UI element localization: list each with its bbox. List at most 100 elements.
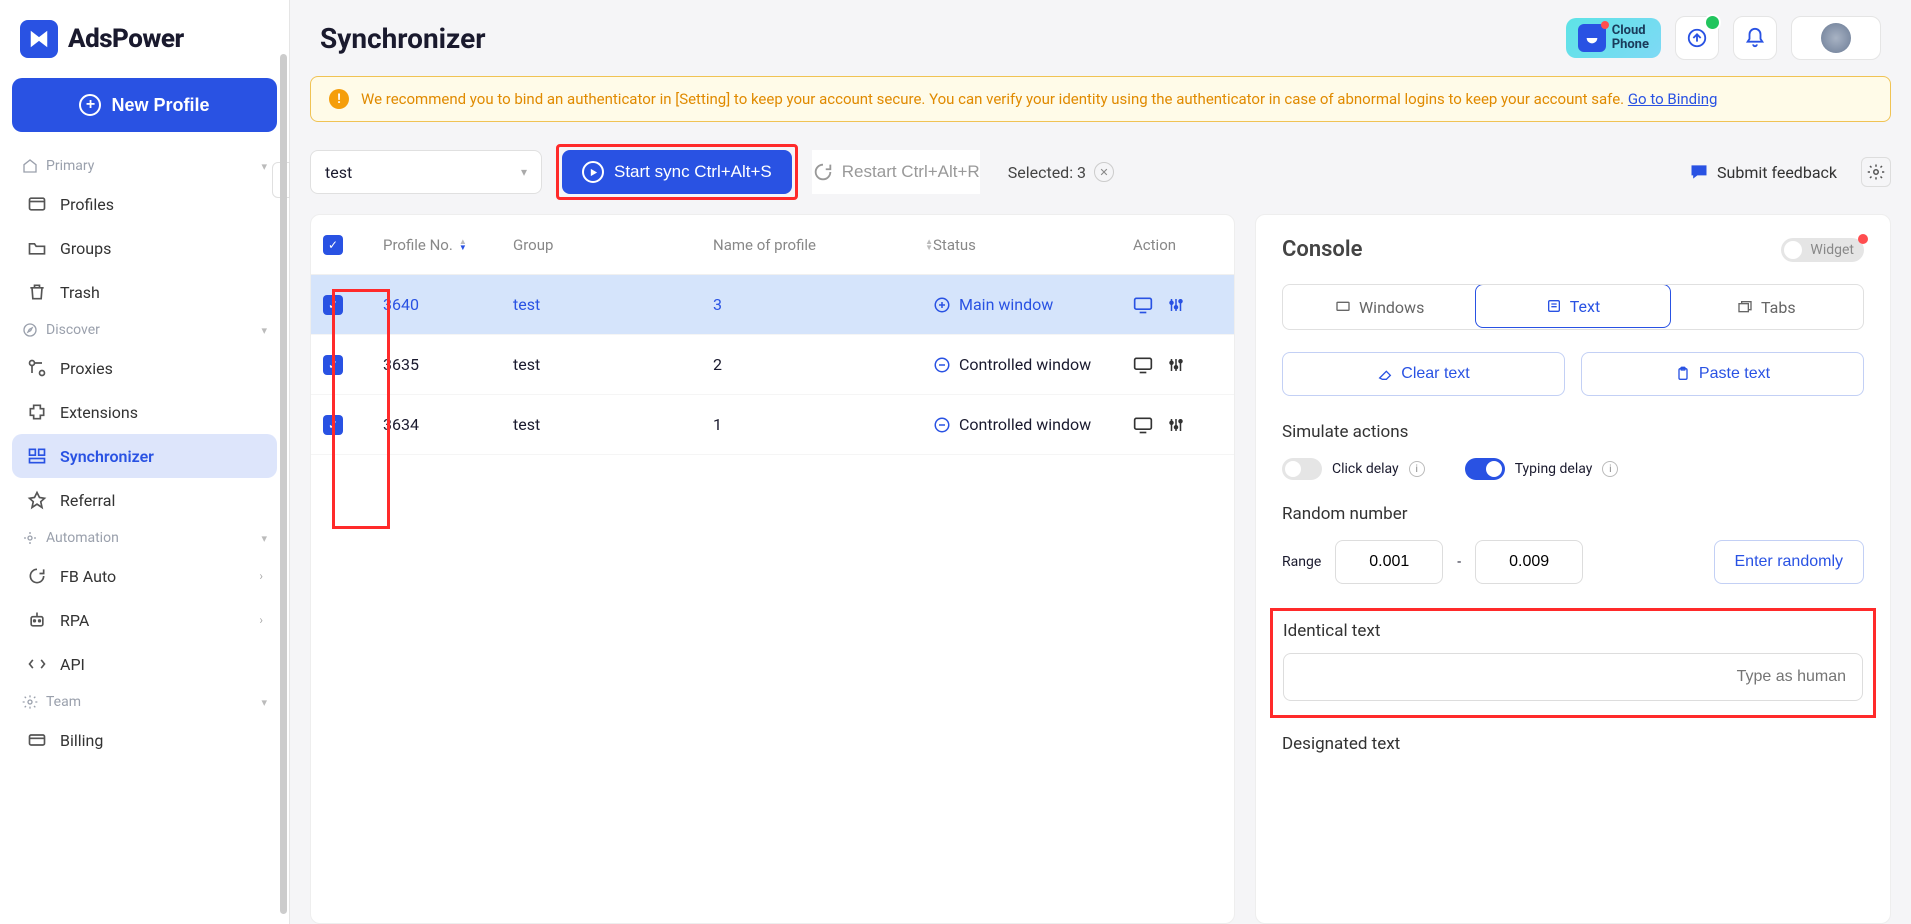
- row-checkbox[interactable]: ✓: [323, 295, 343, 315]
- plus-icon: +: [79, 94, 101, 116]
- new-profile-button[interactable]: + New Profile: [12, 78, 277, 132]
- info-icon[interactable]: i: [1602, 461, 1618, 477]
- table-row[interactable]: ✓ 3640 test 3 Main window: [311, 275, 1234, 335]
- random-number-label: Random number: [1282, 504, 1864, 524]
- table-row[interactable]: ✓ 3634 test 1 Controlled window: [311, 395, 1234, 455]
- cell-profile-no: 3635: [383, 355, 513, 374]
- selected-count: Selected: 3 ✕: [1008, 162, 1114, 182]
- cell-group: test: [513, 355, 713, 374]
- page-title: Synchronizer: [320, 22, 485, 55]
- new-profile-label: New Profile: [111, 95, 209, 116]
- typing-delay-toggle[interactable]: [1465, 458, 1505, 480]
- enter-randomly-button[interactable]: Enter randomly: [1714, 540, 1865, 584]
- cell-profile-no: 3634: [383, 415, 513, 434]
- group-select[interactable]: test ▾: [310, 150, 542, 194]
- row-checkbox[interactable]: ✓: [323, 355, 343, 375]
- typing-delay-label: Typing delay: [1515, 461, 1593, 477]
- eraser-icon: [1377, 366, 1393, 382]
- submit-feedback-button[interactable]: Submit feedback: [1689, 162, 1837, 182]
- col-profile-no[interactable]: Profile No. ▲▼: [383, 236, 513, 254]
- sidebar-item-extensions[interactable]: Extensions: [12, 390, 277, 434]
- clear-selection-button[interactable]: ✕: [1094, 162, 1114, 182]
- console-tabs: Windows Text Tabs: [1282, 284, 1864, 330]
- cell-action: [1133, 416, 1235, 434]
- upload-button[interactable]: [1675, 16, 1719, 60]
- api-icon: [26, 653, 48, 675]
- start-sync-button[interactable]: Start sync Ctrl+Alt+S: [562, 150, 792, 194]
- sidebar-item-trash[interactable]: Trash: [12, 270, 277, 314]
- logo[interactable]: AdsPower: [12, 20, 277, 74]
- info-icon[interactable]: i: [1409, 461, 1425, 477]
- window-icon: [933, 416, 951, 434]
- bell-icon: [1744, 27, 1766, 49]
- tab-text[interactable]: Text: [1475, 284, 1670, 328]
- monitor-icon[interactable]: [1133, 296, 1153, 314]
- designated-text-label: Designated text: [1282, 734, 1864, 754]
- widget-toggle[interactable]: Widget: [1781, 238, 1864, 262]
- console-panel: Console Widget Windows Text: [1255, 214, 1891, 924]
- sidebar-item-profiles[interactable]: Profiles: [12, 182, 277, 226]
- clear-text-button[interactable]: Clear text: [1282, 352, 1565, 396]
- cell-group: test: [513, 295, 713, 314]
- cell-action: [1133, 296, 1235, 314]
- cell-action: [1133, 356, 1235, 374]
- click-delay-toggle[interactable]: [1282, 458, 1322, 480]
- monitor-icon[interactable]: [1133, 356, 1153, 374]
- cell-name: 3: [713, 295, 933, 314]
- range-min-input[interactable]: [1335, 540, 1443, 584]
- cell-name: 2: [713, 355, 933, 374]
- security-alert: ! We recommend you to bind an authentica…: [310, 76, 1891, 122]
- tabs-icon: [1737, 299, 1753, 315]
- range-max-input[interactable]: [1475, 540, 1583, 584]
- sidebar-item-groups[interactable]: Groups: [12, 226, 277, 270]
- sidebar-item-rpa[interactable]: RPA ›: [12, 598, 277, 642]
- monitor-icon[interactable]: [1133, 416, 1153, 434]
- cell-name: 1: [713, 415, 933, 434]
- notifications-button[interactable]: [1733, 16, 1777, 60]
- logo-icon: [20, 20, 58, 58]
- cell-status: Controlled window: [933, 355, 1133, 374]
- chevron-down-icon: ▾: [261, 532, 267, 545]
- avatar-button[interactable]: [1791, 16, 1881, 60]
- sidebar-item-synchronizer[interactable]: Synchronizer: [12, 434, 277, 478]
- restart-button[interactable]: Restart Ctrl+Alt+R: [812, 150, 980, 194]
- section-discover[interactable]: Discover ▾: [12, 314, 277, 346]
- sidebar-item-fbauto[interactable]: FB Auto ›: [12, 554, 277, 598]
- window-icon: [933, 356, 951, 374]
- automation-icon: [22, 530, 38, 546]
- section-automation[interactable]: Automation ▾: [12, 522, 277, 554]
- sidebar-item-referral[interactable]: Referral: [12, 478, 277, 522]
- select-all-checkbox[interactable]: ✓: [323, 235, 343, 255]
- sidebar-item-billing[interactable]: Billing: [12, 718, 277, 762]
- chevron-down-icon: ▾: [261, 324, 267, 337]
- chevron-right-icon: ›: [259, 569, 263, 583]
- settings-button[interactable]: [1861, 157, 1891, 187]
- col-name[interactable]: Name of profile ▲▼: [713, 236, 933, 254]
- sidebar-item-api[interactable]: API: [12, 642, 277, 686]
- cell-status: Controlled window: [933, 415, 1133, 434]
- sidebar-item-proxies[interactable]: Proxies: [12, 346, 277, 390]
- identical-text-input[interactable]: [1283, 653, 1863, 701]
- sidebar-scrollbar[interactable]: [280, 54, 287, 914]
- text-icon: [1546, 298, 1562, 314]
- tab-tabs[interactable]: Tabs: [1670, 285, 1863, 329]
- sliders-icon[interactable]: [1167, 356, 1185, 374]
- cloud-phone-button[interactable]: Cloud Phone: [1566, 18, 1661, 59]
- highlight-identical-text: Identical text: [1270, 608, 1876, 718]
- section-team[interactable]: Team ▾: [12, 686, 277, 718]
- paste-text-button[interactable]: Paste text: [1581, 352, 1864, 396]
- chevron-right-icon: ›: [259, 613, 263, 627]
- table-row[interactable]: ✓ 3635 test 2 Controlled window: [311, 335, 1234, 395]
- sliders-icon[interactable]: [1167, 296, 1185, 314]
- upload-icon: [1686, 27, 1708, 49]
- puzzle-icon: [26, 401, 48, 423]
- tab-windows[interactable]: Windows: [1283, 285, 1476, 329]
- cloud-phone-icon: [1578, 24, 1606, 52]
- sliders-icon[interactable]: [1167, 416, 1185, 434]
- sort-icon: ▲▼: [925, 239, 933, 250]
- play-icon: [582, 161, 604, 183]
- row-checkbox[interactable]: ✓: [323, 415, 343, 435]
- alert-link[interactable]: Go to Binding: [1628, 90, 1718, 108]
- topbar: Synchronizer Cloud Phone: [290, 0, 1911, 68]
- section-primary[interactable]: Primary ▾: [12, 150, 277, 182]
